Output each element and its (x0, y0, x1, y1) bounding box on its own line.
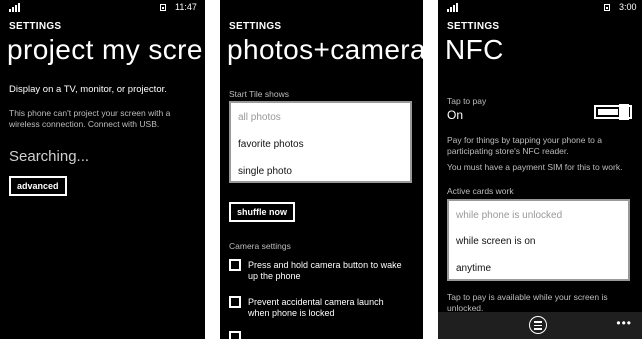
shuffle-now-button[interactable]: shuffle now (229, 202, 295, 222)
camera-settings-label: Camera settings (229, 241, 291, 251)
settings-header: SETTINGS (229, 21, 282, 32)
phone-screen-project-my-screen: 11:47 SETTINGS project my scre Display o… (0, 0, 205, 339)
more-button[interactable]: ••• (616, 316, 632, 330)
tap-to-pay-state: On (447, 108, 464, 122)
settings-header: SETTINGS (9, 21, 62, 32)
list-item[interactable]: all photos (238, 112, 281, 123)
battery-icon (160, 4, 166, 11)
active-cards-listbox[interactable]: while phone is unlocked while screen is … (447, 199, 630, 281)
list-item[interactable]: while phone is unlocked (456, 210, 562, 221)
page-title: project my scre (7, 34, 203, 65)
pay-description-line1: Pay for things by tapping your phone to … (447, 135, 602, 145)
settings-header: SETTINGS (447, 21, 500, 32)
phone-screen-nfc: 3:00 SETTINGS NFC Tap to pay On Pay for … (438, 0, 642, 339)
list-item[interactable]: single photo (238, 166, 292, 177)
battery-icon (604, 4, 610, 11)
pay-description-line2: participating store's NFC reader. (447, 146, 569, 156)
page-subtitle: Display on a TV, monitor, or projector. (9, 84, 167, 95)
phone-screen-photos-camera: SETTINGS photos+camera Start Tile shows … (220, 0, 423, 339)
tap-to-pay-toggle[interactable] (594, 104, 632, 120)
tap-note-line1: Tap to pay is available while your scree… (447, 292, 608, 302)
page-title: photos+camera (227, 34, 423, 65)
list-icon[interactable] (529, 316, 547, 334)
searching-status: Searching... (9, 148, 90, 165)
signal-strength-icon (9, 3, 23, 12)
active-cards-label: Active cards work (447, 186, 514, 196)
partial-checkbox[interactable] (229, 331, 241, 339)
status-bar: 3:00 (438, 0, 642, 14)
wake-checkbox[interactable] (229, 259, 241, 271)
page-title: NFC (445, 34, 504, 65)
list-item[interactable]: while screen is on (456, 236, 535, 247)
start-tile-label: Start Tile shows (229, 89, 289, 99)
wake-checkbox-label-line1: Press and hold camera button to wake (248, 260, 402, 270)
clock: 3:00 (619, 2, 637, 12)
prevent-launch-label-line2: when phone is locked (248, 308, 335, 318)
prevent-launch-label-line1: Prevent accidental camera launch (248, 297, 384, 307)
usb-note-line1: This phone can't project your screen wit… (9, 108, 171, 118)
advanced-button[interactable]: advanced (9, 176, 67, 196)
tap-to-pay-label: Tap to pay (447, 96, 487, 106)
start-tile-listbox[interactable]: all photos favorite photos single photo (229, 101, 412, 183)
usb-note-line2: wireless connection. Connect with USB. (9, 119, 160, 129)
list-item[interactable]: anytime (456, 263, 491, 274)
list-item[interactable]: favorite photos (238, 139, 304, 150)
status-bar: 11:47 (0, 0, 205, 14)
payment-sim-note: You must have a payment SIM for this to … (447, 162, 623, 172)
app-bar: ••• (438, 312, 642, 339)
clock: 11:47 (175, 2, 197, 12)
signal-strength-icon (447, 3, 461, 12)
wake-checkbox-label-line2: up the phone (248, 271, 301, 281)
prevent-launch-checkbox[interactable] (229, 296, 241, 308)
